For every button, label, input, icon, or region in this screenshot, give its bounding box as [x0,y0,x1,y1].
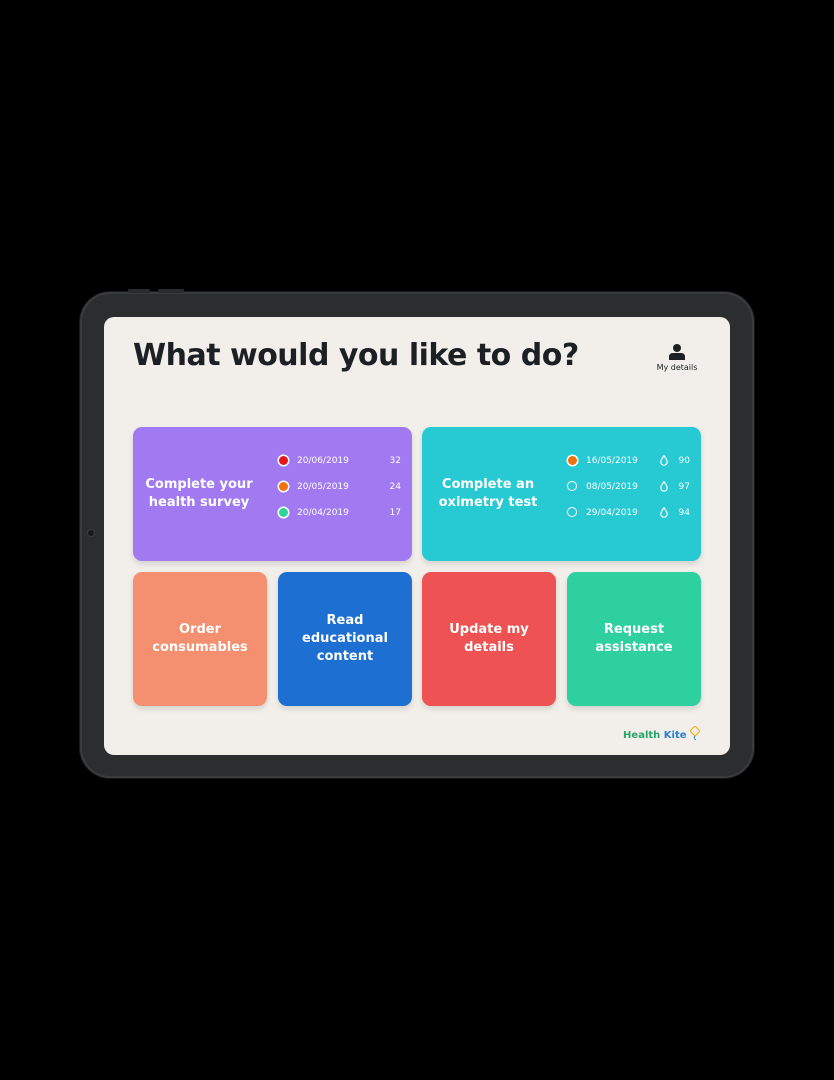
status-dot-outline [567,481,577,491]
front-camera [88,530,94,536]
droplet-icon [660,507,668,518]
list-item: 20/04/2019 17 [277,507,401,533]
survey-score: 17 [389,508,401,518]
droplet-icon [660,455,668,466]
user-icon [669,344,685,360]
logo-text-kite: Kite [663,730,687,741]
list-item: 20/06/2019 32 [277,455,401,481]
list-item: 20/05/2019 24 [277,481,401,507]
volume-button [158,289,184,293]
list-item: 29/04/2019 94 [566,507,690,533]
read-educational-content-label: Read educational content [302,613,388,664]
volume-button [128,289,150,293]
oximetry-value: 94 [678,508,690,518]
oximetry-history: 16/05/2019 90 08/05/2019 97 29/04/2019 9… [566,455,690,533]
survey-score: 32 [389,456,401,466]
survey-date: 20/06/2019 [297,456,349,466]
status-dot-red [279,456,288,465]
oximetry-test-label: Complete an oximetry test [438,477,538,510]
oximetry-value: 97 [678,482,690,492]
droplet-icon [660,481,668,492]
update-my-details-label: Update my details [449,622,529,655]
read-educational-content-button[interactable]: Read educational content [278,572,412,706]
health-survey-label: Complete your health survey [145,477,253,510]
request-assistance-label: Request assistance [595,622,673,655]
my-details-label: My details [656,363,698,372]
tablet-frame: What would you like to do? My details Co… [80,289,754,778]
status-dot-green [279,508,288,517]
survey-score: 24 [389,482,401,492]
survey-history: 20/06/2019 32 20/05/2019 24 20/04/2019 1… [277,455,401,533]
status-dot-orange [568,456,577,465]
screen: What would you like to do? My details Co… [104,317,730,755]
oximetry-date: 29/04/2019 [586,508,638,518]
update-my-details-button[interactable]: Update my details [422,572,556,706]
page-title: What would you like to do? [133,338,579,373]
order-consumables-label: Order consumables [152,622,248,655]
health-survey-tile[interactable]: Complete your health survey 20/06/2019 3… [133,427,412,561]
request-assistance-button[interactable]: Request assistance [567,572,701,706]
order-consumables-button[interactable]: Order consumables [133,572,267,706]
my-details-button[interactable]: My details [652,343,702,372]
logo-text-health: Health [623,730,661,741]
health-kite-logo: Health Kite [623,725,701,741]
oximetry-date: 16/05/2019 [586,456,638,466]
oximetry-date: 08/05/2019 [586,482,638,492]
kite-icon [689,725,701,741]
oximetry-test-tile[interactable]: Complete an oximetry test 16/05/2019 90 … [422,427,701,561]
oximetry-value: 90 [678,456,690,466]
survey-date: 20/04/2019 [297,508,349,518]
list-item: 16/05/2019 90 [566,455,690,481]
status-dot-orange [279,482,288,491]
list-item: 08/05/2019 97 [566,481,690,507]
status-dot-outline [567,507,577,517]
survey-date: 20/05/2019 [297,482,349,492]
